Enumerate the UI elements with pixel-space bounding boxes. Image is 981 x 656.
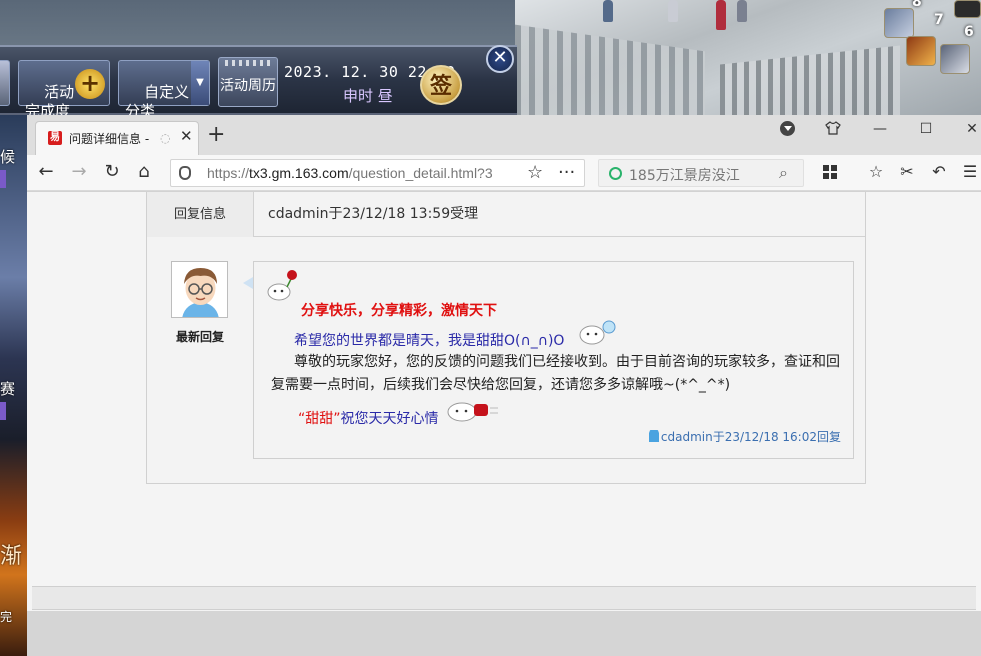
game-character (668, 0, 678, 22)
address-bar[interactable]: https://tx3.gm.163.com/question_detail.h… (170, 159, 585, 187)
game-character (603, 0, 613, 22)
loading-icon: ◌ (160, 131, 171, 145)
scissors-icon[interactable]: ✂ (896, 161, 918, 183)
skill-icon[interactable] (954, 0, 981, 18)
reply-signature: cdadmin于23/12/18 16:02回复 (648, 428, 841, 445)
slogan-text: 分享快乐，分享精彩，激情天下 (301, 303, 497, 319)
forward-button[interactable]: → (68, 161, 90, 183)
rose-emoticon-icon (265, 267, 301, 307)
home-button[interactable]: ⌂ (133, 161, 155, 183)
game-side-text: 候 (0, 148, 16, 166)
game-shichen: 申时 昼 (343, 87, 393, 105)
menu-icon[interactable]: ☰ (959, 161, 981, 183)
reply-info-row: 回复信息 cdadmin于23/12/18 13:59受理 (147, 192, 865, 237)
new-tab-button[interactable]: + (207, 124, 225, 146)
game-toolbar: 活动 完成度 + 自定义 分类 ▼ 活动周历 2023. 12. 30 22:2… (0, 45, 517, 120)
minimize-button[interactable]: — (870, 121, 890, 137)
maximize-button[interactable]: ☐ (916, 121, 936, 137)
content-area: 回复信息 cdadmin于23/12/18 13:59受理 最新回复 分享快乐，… (32, 192, 976, 583)
reply-info-label: 回复信息 (147, 192, 254, 237)
activity-progress-button[interactable]: 活动 完成度 + (18, 60, 110, 120)
reply-panel: 回复信息 cdadmin于23/12/18 13:59受理 最新回复 分享快乐，… (146, 192, 866, 484)
undo-icon[interactable]: ↶ (928, 161, 950, 183)
navigation-bar: ← → ↻ ⌂ https://tx3.gm.163.com/question_… (27, 155, 981, 191)
horizontal-scrollbar[interactable] (32, 586, 976, 610)
tab-close-button[interactable]: ✕ (180, 127, 193, 145)
reply-bubble: 分享快乐，分享精彩，激情天下 希望您的世界都是晴天，我是甜甜O(∩_∩)O 尊敬… (243, 261, 854, 459)
latest-reply-label: 最新回复 (175, 330, 224, 344)
game-side-text: 完 (0, 610, 13, 624)
more-options-icon[interactable]: ··· (558, 162, 575, 183)
skill-icon[interactable] (940, 44, 970, 74)
game-character (716, 0, 726, 30)
search-engine-icon (609, 167, 622, 180)
page-content: 回复信息 cdadmin于23/12/18 13:59受理 最新回复 分享快乐，… (27, 192, 981, 656)
daily-sign-button[interactable]: 签 (420, 65, 462, 105)
skill-number: 8 (912, 0, 922, 10)
page-footer-area (27, 611, 981, 656)
skill-number: 7 (934, 12, 944, 28)
apps-grid-icon[interactable] (823, 165, 837, 179)
bookmark-star-icon[interactable]: ☆ (527, 162, 543, 183)
game-side-text: 赛 (0, 380, 16, 398)
game-side-tag[interactable] (0, 402, 6, 420)
blessing-text: “甜甜”祝您天天好心情 (298, 411, 439, 427)
browser-window: 易 问题详细信息 - ◌ ✕ + — ☐ ✕ ← → ↻ ⌂ https://t… (27, 115, 981, 656)
search-suggestion[interactable]: 185万江景房没江 (629, 165, 740, 185)
skin-icon[interactable] (823, 121, 843, 139)
hug-emoticon-icon (444, 396, 500, 428)
favorites-list-icon[interactable]: ☆ (865, 161, 887, 183)
game-side-tag[interactable] (0, 170, 6, 188)
calendar-icon (225, 60, 273, 66)
tab-bar: 易 问题详细信息 - ◌ ✕ + — ☐ ✕ (27, 115, 981, 155)
search-box[interactable]: 185万江景房没江 ⌕ (598, 159, 804, 187)
chevron-down-icon: ▼ (191, 61, 209, 105)
url-text[interactable]: https://tx3.gm.163.com/question_detail.h… (207, 165, 519, 181)
netease-favicon-icon: 易 (48, 131, 62, 145)
plus-icon: + (75, 69, 105, 99)
back-button[interactable]: ← (35, 161, 57, 183)
avatar (171, 261, 228, 318)
reply-info-value: cdadmin于23/12/18 13:59受理 (268, 206, 479, 222)
search-icon[interactable]: ⌕ (779, 163, 788, 183)
skill-number: 6 (964, 24, 974, 40)
activity-calendar-label: 活动周历 (220, 78, 276, 94)
game-toolbar-edge-button[interactable] (0, 60, 10, 106)
reload-button[interactable]: ↻ (101, 161, 123, 183)
game-character (737, 0, 747, 22)
skill-icon[interactable] (884, 8, 914, 38)
tab-title: 问题详细信息 - (69, 132, 150, 146)
close-window-button[interactable]: ✕ (962, 121, 981, 137)
game-toolbar-close-button[interactable]: ✕ (486, 45, 514, 73)
skill-icon[interactable] (906, 36, 936, 66)
activity-calendar-button[interactable]: 活动周历 (218, 57, 278, 107)
download-icon[interactable] (780, 121, 795, 136)
user-icon (648, 430, 659, 442)
tab-question-detail[interactable]: 易 问题详细信息 - ◌ ✕ (35, 121, 199, 155)
custom-category-button[interactable]: 自定义 分类 ▼ (118, 60, 210, 120)
bubble-tail (243, 277, 253, 289)
reply-body: 尊敬的玩家您好，您的反馈的问题我们已经接收到。由于目前咨询的玩家较多，查证和回复… (271, 354, 840, 393)
cute-emoticon-icon (577, 319, 617, 351)
security-shield-icon[interactable] (179, 166, 191, 180)
greeting-text: 希望您的世界都是晴天，我是甜甜O(∩_∩)O (294, 333, 565, 349)
game-side-text: 渐 (0, 544, 23, 569)
